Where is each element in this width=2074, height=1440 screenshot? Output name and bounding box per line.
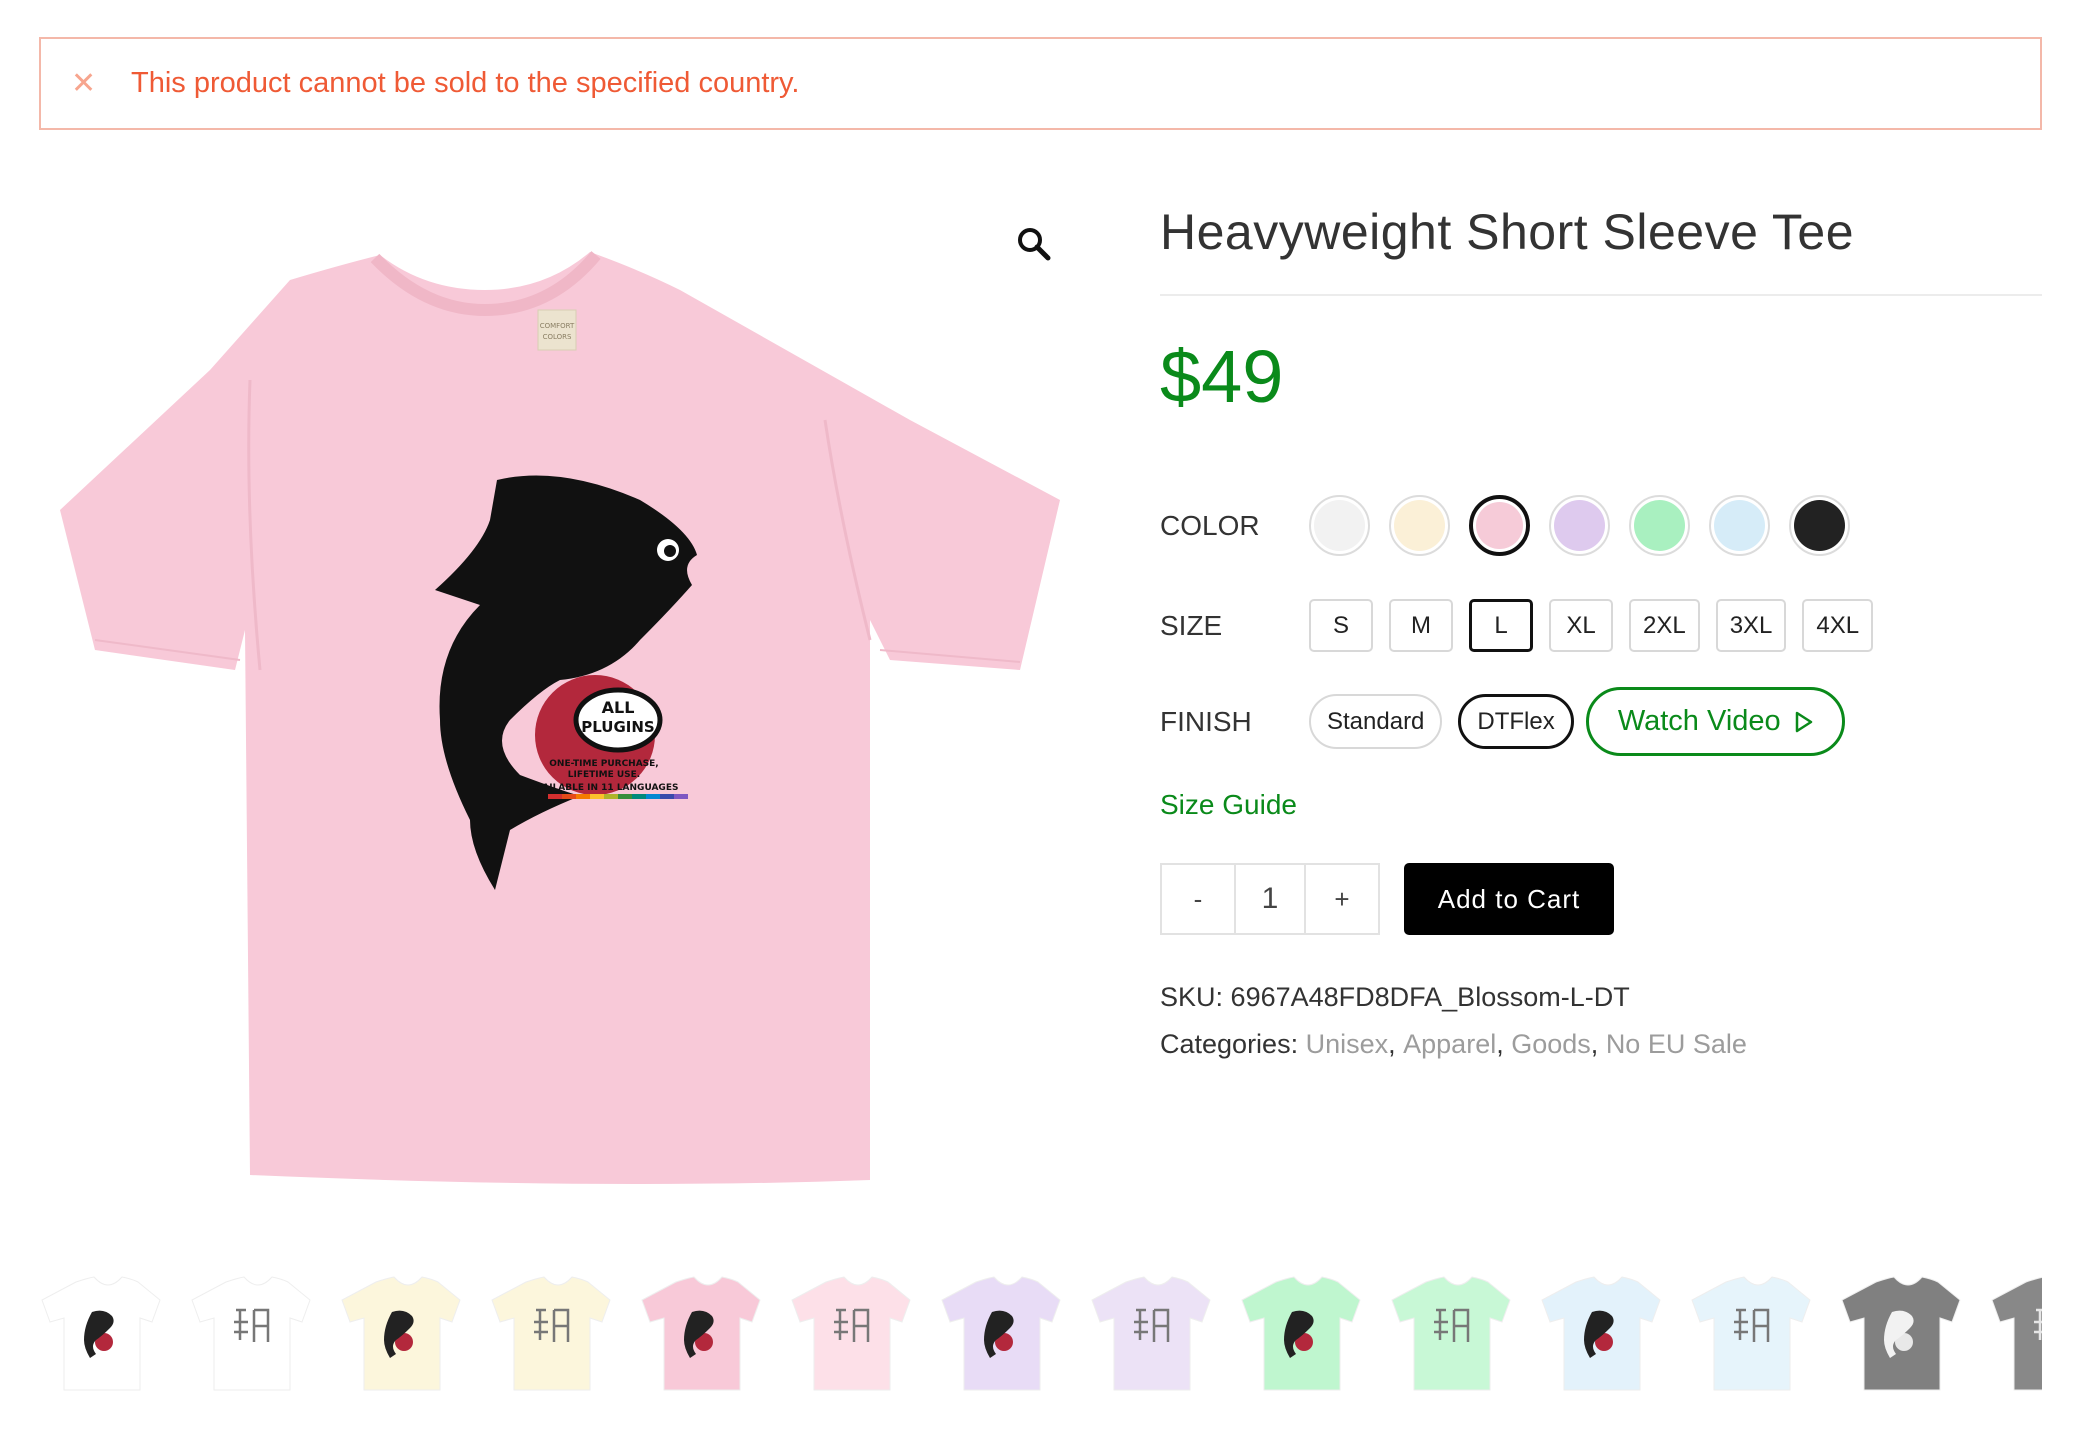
size-label: SIZE: [1160, 609, 1223, 641]
color-swatch-fill: [1714, 500, 1765, 551]
thumbnail-image[interactable]: [1538, 1270, 1664, 1396]
quantity-increase-button[interactable]: +: [1306, 865, 1378, 933]
categories-label: Categories:: [1160, 1029, 1299, 1059]
error-notice: ✕ This product cannot be sold to the spe…: [39, 37, 2042, 130]
notice-message: This product cannot be sold to the speci…: [131, 67, 800, 99]
thumbnail-image[interactable]: [1088, 1270, 1214, 1396]
size-guide-row: Size Guide: [1160, 789, 1297, 821]
thumbnail-image[interactable]: [1388, 1270, 1514, 1396]
neck-label-line2: COLORS: [543, 333, 572, 341]
watch-video-button[interactable]: Watch Video: [1585, 687, 1845, 756]
finish-option-standard[interactable]: Standard: [1309, 694, 1443, 749]
thumbnail-image[interactable]: [338, 1270, 464, 1396]
t-shirt-image: COMFORT COLORS ALL PLUGINS ONE-TIME PURC…: [60, 251, 1060, 1184]
thumbnail-image[interactable]: [488, 1270, 614, 1396]
neck-label-line1: COMFORT: [540, 322, 575, 330]
size-selector: SIZE S M L XL 2XL 3XL 4XL: [1160, 599, 1874, 652]
color-swatch[interactable]: [1389, 495, 1450, 556]
color-swatch[interactable]: [1629, 495, 1690, 556]
color-swatch[interactable]: [1309, 495, 1370, 556]
size-option-3xl[interactable]: 3XL: [1715, 599, 1787, 652]
sku-value: 6967A48FD8DFA_Blossom-L-DT: [1230, 982, 1630, 1012]
thumbnail-shirt: [1391, 1276, 1511, 1391]
quantity-decrease-button[interactable]: -: [1162, 865, 1234, 933]
thumbnail-shirt: [1991, 1276, 2042, 1391]
thumbnail-image[interactable]: [1688, 1270, 1814, 1396]
watch-video-label: Watch Video: [1617, 705, 1781, 737]
size-option-l[interactable]: L: [1469, 599, 1533, 652]
color-swatch-fill: [1634, 500, 1685, 551]
color-swatches: [1309, 495, 1850, 556]
color-swatch-fill: [1314, 500, 1365, 551]
print-tagline-1: ONE-TIME PURCHASE,: [549, 759, 658, 769]
product-price: $49: [1160, 335, 1284, 418]
thumbnail-shirt: [791, 1276, 911, 1391]
thumbnail-shirt: [191, 1276, 311, 1391]
finish-label: FINISH: [1160, 705, 1252, 737]
size-option-xl[interactable]: XL: [1549, 599, 1613, 652]
thumbnail-image[interactable]: [788, 1270, 914, 1396]
badge-line1: ALL: [602, 698, 635, 717]
size-option-s[interactable]: S: [1309, 599, 1373, 652]
size-option-2xl[interactable]: 2XL: [1629, 599, 1700, 652]
thumbnail-image[interactable]: [1838, 1270, 1964, 1396]
category-link-no-eu-sale[interactable]: No EU Sale: [1606, 1029, 1747, 1060]
category-link-apparel[interactable]: Apparel: [1403, 1029, 1496, 1060]
thumbnail-shirt: [491, 1276, 611, 1391]
color-swatch[interactable]: [1789, 495, 1850, 556]
sku-label: SKU:: [1160, 982, 1224, 1012]
size-option-m[interactable]: M: [1389, 599, 1453, 652]
category-link-unisex[interactable]: Unisex: [1306, 1029, 1389, 1060]
play-icon: [1795, 711, 1812, 732]
thumbnail-strip: [38, 1270, 2042, 1410]
finish-option-dtflex[interactable]: DTFlex: [1458, 694, 1574, 749]
quantity-stepper: - 1 +: [1160, 863, 1380, 935]
thumbnail-image[interactable]: [38, 1270, 164, 1396]
thumbnail-image[interactable]: [938, 1270, 1064, 1396]
cart-row: - 1 + Add to Cart: [1160, 863, 1614, 935]
print-tagline-3: AVAILABLE IN 11 LANGUAGES: [530, 783, 679, 793]
product-title: Heavyweight Short Sleeve Tee: [1160, 204, 1855, 260]
color-label: COLOR: [1160, 509, 1260, 541]
thumbnail-image[interactable]: [188, 1270, 314, 1396]
thumbnail-shirt: [1691, 1276, 1811, 1391]
thumbnail-image[interactable]: [1238, 1270, 1364, 1396]
color-swatch-fill: [1394, 500, 1445, 551]
size-option-4xl[interactable]: 4XL: [1802, 599, 1874, 652]
product-summary: Heavyweight Short Sleeve Tee $49: [1160, 190, 2042, 422]
category-link-goods[interactable]: Goods: [1511, 1029, 1591, 1060]
close-icon: ✕: [71, 67, 97, 100]
color-swatch-fill: [1794, 500, 1845, 551]
sku-row: SKU: 6967A48FD8DFA_Blossom-L-DT: [1160, 982, 1630, 1013]
thumbnail-image[interactable]: [638, 1270, 764, 1396]
finish-selector: FINISH Standard DTFlex Watch Video: [1160, 687, 1845, 756]
color-swatch[interactable]: [1469, 495, 1530, 556]
size-options: S M L XL 2XL 3XL 4XL: [1309, 599, 1874, 652]
categories-row: Categories: Unisex, Apparel, Goods, No E…: [1160, 1029, 1747, 1060]
rainbow-strip: [548, 794, 688, 799]
thumbnail-shirt: [1091, 1276, 1211, 1391]
magnifier-icon[interactable]: [1012, 222, 1056, 266]
product-image[interactable]: COMFORT COLORS ALL PLUGINS ONE-TIME PURC…: [40, 200, 1080, 1200]
color-swatch[interactable]: [1549, 495, 1610, 556]
size-guide-link[interactable]: Size Guide: [1160, 789, 1297, 821]
print-tagline-2: LIFETIME USE.: [568, 770, 640, 780]
badge-line2: PLUGINS: [581, 718, 654, 736]
color-swatch-fill: [1554, 500, 1605, 551]
color-selector: COLOR: [1160, 495, 1850, 556]
color-swatch[interactable]: [1709, 495, 1770, 556]
add-to-cart-button[interactable]: Add to Cart: [1404, 863, 1614, 935]
thumbnail-image[interactable]: [1988, 1270, 2042, 1396]
color-swatch-fill: [1476, 502, 1523, 549]
title-divider: [1160, 294, 2042, 296]
quantity-input[interactable]: 1: [1234, 865, 1306, 933]
finish-options: Standard DTFlex: [1309, 694, 1574, 749]
